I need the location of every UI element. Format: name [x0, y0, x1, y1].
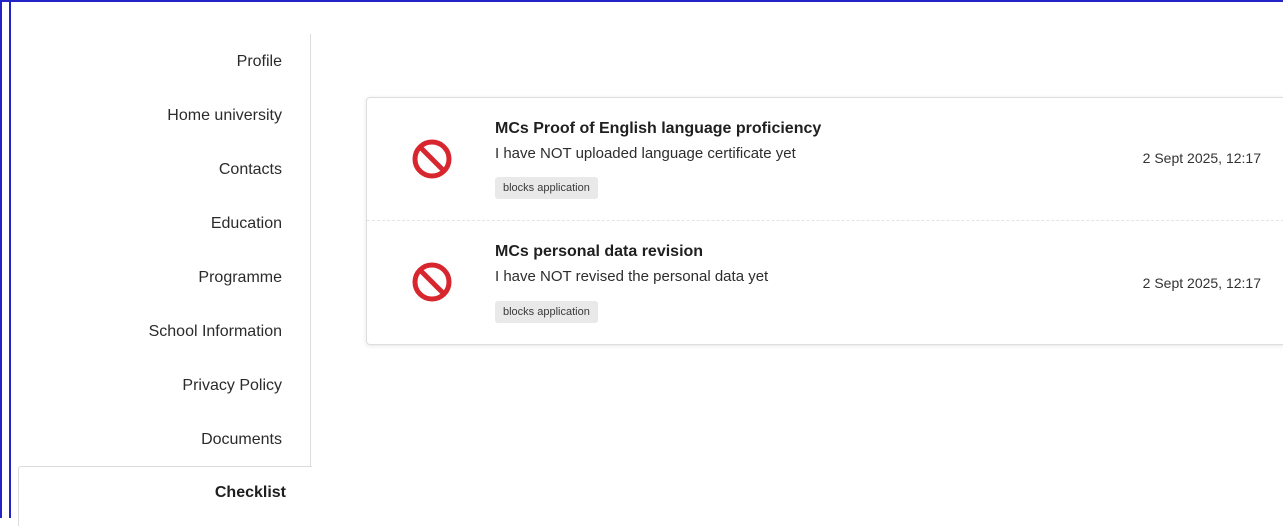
checklist-item-description: I have NOT uploaded language certificate… [495, 145, 796, 162]
checklist-item: MCs personal data revision I have NOT re… [367, 220, 1283, 343]
checklist-card: MCs Proof of English language proficienc… [366, 97, 1283, 345]
sidebar-item-school-information[interactable]: School Information [149, 323, 282, 341]
sidebar-item-home-university[interactable]: Home university [167, 107, 282, 125]
sidebar-item-checklist[interactable]: Checklist [18, 466, 312, 526]
sidebar-item-privacy-policy[interactable]: Privacy Policy [182, 377, 282, 395]
status-badge: blocks application [495, 177, 598, 199]
sidebar-nav: Profile Home university Contacts Educati… [11, 34, 312, 526]
sidebar-item-profile[interactable]: Profile [237, 53, 282, 71]
checklist-item-timestamp: 2 Sept 2025, 12:17 [1142, 150, 1261, 166]
prohibited-icon [412, 139, 452, 179]
checklist-item-title: MCs personal data revision [495, 243, 704, 260]
sidebar-item-checklist-label: Checklist [214, 484, 286, 501]
checklist-item: MCs Proof of English language proficienc… [367, 98, 1283, 220]
sidebar-item-programme[interactable]: Programme [198, 269, 282, 287]
sidebar-item-contacts[interactable]: Contacts [219, 161, 282, 179]
prohibited-icon [412, 262, 452, 302]
status-badge: blocks application [495, 301, 598, 323]
checklist-item-timestamp: 2 Sept 2025, 12:17 [1142, 275, 1261, 291]
sidebar-item-documents[interactable]: Documents [201, 431, 282, 449]
window-frame-left [0, 0, 2, 518]
window-frame-top [0, 0, 1283, 2]
checklist-item-description: I have NOT revised the personal data yet [495, 268, 769, 285]
sidebar-item-education[interactable]: Education [211, 215, 282, 233]
checklist-item-title: MCs Proof of English language proficienc… [495, 120, 822, 137]
